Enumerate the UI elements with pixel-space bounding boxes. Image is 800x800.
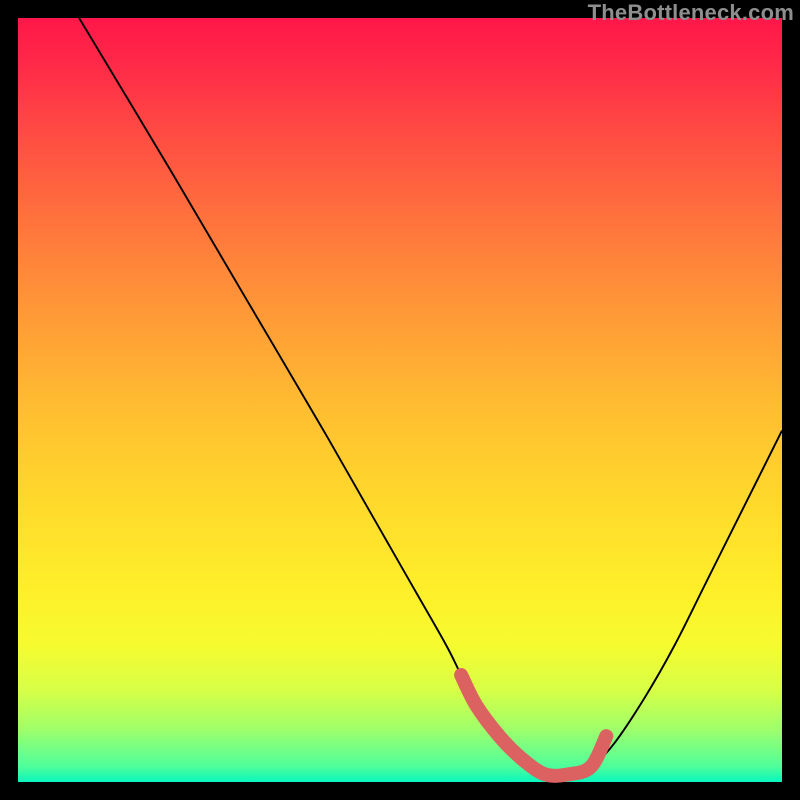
chart-svg bbox=[18, 18, 782, 782]
attribution-text: TheBottleneck.com bbox=[588, 0, 794, 26]
bottleneck-curve bbox=[79, 18, 782, 776]
optimal-range-marker bbox=[461, 675, 606, 776]
chart-plot-area bbox=[18, 18, 782, 782]
chart-frame: TheBottleneck.com bbox=[0, 0, 800, 800]
